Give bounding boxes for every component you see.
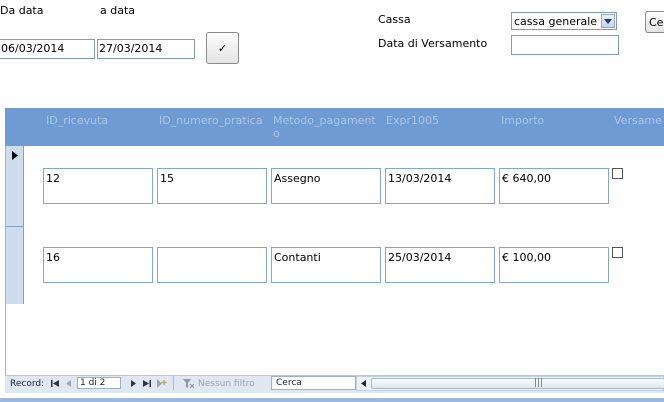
- cell-importo[interactable]: € 100,00: [499, 247, 609, 283]
- cell-id-numero-pratica[interactable]: [157, 247, 267, 283]
- last-record-icon[interactable]: [143, 380, 151, 387]
- header-expr1005: Expr1005: [386, 114, 439, 127]
- current-record-arrow-icon: [12, 151, 18, 160]
- header-importo: Importo: [501, 114, 545, 127]
- cell-id-ricevuta[interactable]: 12: [43, 168, 153, 204]
- cassa-select-value: cassa generale: [514, 15, 598, 28]
- scroll-thumb[interactable]: |||: [371, 378, 664, 389]
- search-placeholder: Cerca: [276, 378, 302, 388]
- previous-record-icon[interactable]: [66, 380, 71, 387]
- check-icon: ✓: [217, 41, 228, 55]
- apply-filter-button[interactable]: ✓: [206, 32, 239, 64]
- cell-metodo-pagamento[interactable]: Assegno: [271, 168, 381, 204]
- versamento-checkbox[interactable]: [612, 247, 623, 258]
- versamento-checkbox[interactable]: [612, 168, 623, 179]
- cassa-select[interactable]: cassa generale: [511, 12, 617, 30]
- window-bottom-border: [0, 398, 664, 402]
- cell-id-ricevuta[interactable]: 16: [43, 247, 153, 283]
- header-metodo-pagamento: Metodo_pagament o: [273, 114, 376, 140]
- nav-divider: [173, 376, 174, 390]
- first-record-icon[interactable]: [51, 380, 59, 387]
- search-input[interactable]: Cerca: [271, 376, 356, 390]
- scroll-left-icon[interactable]: [361, 380, 366, 387]
- next-record-icon[interactable]: [131, 380, 136, 387]
- record-selector-2[interactable]: [5, 227, 24, 304]
- data-versamento-input[interactable]: [511, 35, 619, 55]
- record-selector-1[interactable]: [5, 146, 24, 226]
- filter-icon[interactable]: [183, 379, 194, 389]
- form-left-border: [5, 146, 6, 375]
- filter-status-label[interactable]: Nessun filtro: [198, 379, 255, 389]
- cut-off-button-label: Ce: [649, 15, 664, 29]
- header-versamento: Versame: [614, 114, 662, 127]
- current-record-input[interactable]: 1 di 2: [77, 377, 121, 389]
- new-record-icon[interactable]: [157, 379, 167, 388]
- from-date-label: Da data: [0, 4, 44, 17]
- header-id-ricevuta: ID_ricevuta: [46, 114, 109, 127]
- to-date-input[interactable]: 27/03/2014: [97, 39, 195, 59]
- cassa-label: Cassa: [378, 13, 411, 26]
- cell-importo[interactable]: € 640,00: [499, 168, 609, 204]
- cell-id-numero-pratica[interactable]: 15: [157, 168, 267, 204]
- data-versamento-label: Data di Versamento: [378, 37, 488, 50]
- chevron-down-icon[interactable]: [601, 14, 615, 28]
- cut-off-button[interactable]: Ce: [645, 11, 664, 33]
- to-date-label: a data: [100, 4, 136, 17]
- scroll-grip: |||: [534, 378, 544, 388]
- cell-expr1005[interactable]: 13/03/2014: [385, 168, 495, 204]
- header-id-numero-pratica: ID_numero_pratica: [159, 114, 263, 127]
- from-date-input[interactable]: 06/03/2014: [0, 39, 95, 59]
- current-record-value: 1 di 2: [80, 378, 106, 388]
- cell-expr1005[interactable]: 25/03/2014: [385, 247, 495, 283]
- cell-metodo-pagamento[interactable]: Contanti: [271, 247, 381, 283]
- record-label: Record:: [10, 379, 45, 389]
